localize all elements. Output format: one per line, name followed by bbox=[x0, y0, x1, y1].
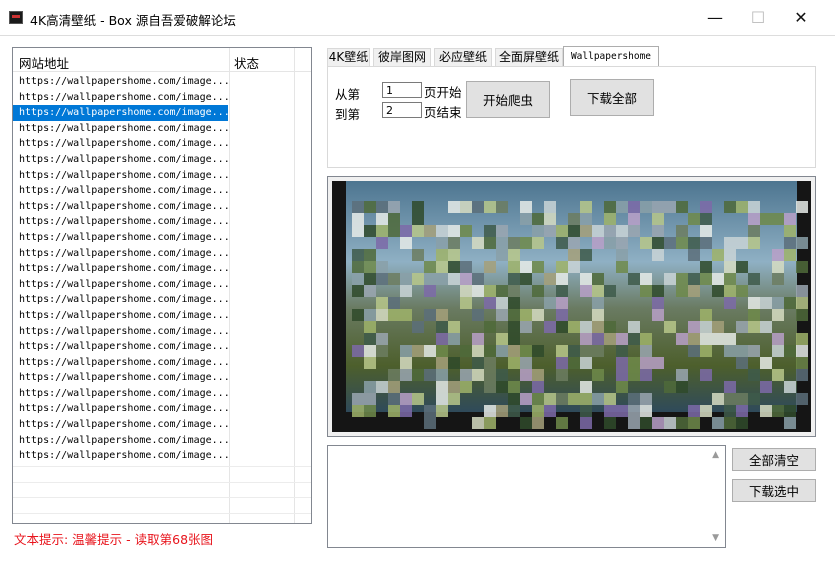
start-crawler-button[interactable]: 开始爬虫 bbox=[466, 81, 550, 118]
window-title: 4K高清壁纸 - Box 源自吾爱破解论坛 bbox=[30, 13, 236, 28]
log-textbox[interactable]: ▲ ▼ bbox=[327, 445, 726, 548]
list-item[interactable]: https://wallpapershome.com/image... bbox=[13, 246, 228, 262]
row-gridline bbox=[13, 512, 311, 514]
list-item[interactable]: https://wallpapershome.com/image... bbox=[13, 433, 228, 449]
minimize-button[interactable]: — bbox=[700, 8, 730, 28]
list-item[interactable]: https://wallpapershome.com/image... bbox=[13, 199, 228, 215]
tab-bing[interactable]: 必应壁纸 bbox=[434, 48, 492, 67]
tab-wallpapershome[interactable]: Wallpapershome bbox=[563, 46, 659, 68]
list-item[interactable]: https://wallpapershome.com/image... bbox=[13, 168, 228, 184]
list-item[interactable]: https://wallpapershome.com/image... bbox=[13, 136, 228, 152]
list-item[interactable]: https://wallpapershome.com/image... bbox=[13, 214, 228, 230]
tab-bian[interactable]: 彼岸图网 bbox=[373, 48, 431, 67]
end-suffix-label: 页结束 bbox=[424, 105, 462, 120]
download-selected-button[interactable]: 下载选中 bbox=[732, 479, 816, 502]
list-item[interactable]: https://wallpapershome.com/image... bbox=[13, 105, 228, 121]
list-item[interactable]: https://wallpapershome.com/image... bbox=[13, 292, 228, 308]
tab-panel-wallpapershome: 从第 页开始 到第 页结束 开始爬虫 下载全部 bbox=[327, 66, 816, 168]
download-all-button[interactable]: 下载全部 bbox=[570, 79, 654, 116]
clear-all-button[interactable]: 全部清空 bbox=[732, 448, 816, 471]
list-item[interactable]: https://wallpapershome.com/image... bbox=[13, 370, 228, 386]
from-page-input[interactable] bbox=[382, 82, 422, 98]
preview-image bbox=[332, 181, 811, 432]
list-item[interactable]: https://wallpapershome.com/image... bbox=[13, 324, 228, 340]
column-header-status[interactable]: 状态 bbox=[234, 53, 259, 72]
row-gridline bbox=[13, 466, 311, 467]
from-page-label: 从第 bbox=[335, 87, 361, 102]
tab-fullscreen[interactable]: 全面屏壁纸 bbox=[495, 48, 563, 67]
list-item[interactable]: https://wallpapershome.com/image... bbox=[13, 152, 228, 168]
title-bar: 4K高清壁纸 - Box 源自吾爱破解论坛 — ☐ ✕ bbox=[0, 0, 835, 36]
list-item[interactable]: https://wallpapershome.com/image... bbox=[13, 183, 228, 199]
scroll-down-icon[interactable]: ▼ bbox=[712, 533, 719, 543]
list-item[interactable]: https://wallpapershome.com/image... bbox=[13, 230, 228, 246]
list-item[interactable]: https://wallpapershome.com/image... bbox=[13, 308, 228, 324]
start-suffix-label: 页开始 bbox=[424, 85, 462, 100]
maximize-button[interactable]: ☐ bbox=[743, 8, 773, 28]
tab-4k[interactable]: 4K壁纸 bbox=[327, 48, 370, 67]
image-preview bbox=[327, 176, 816, 437]
list-item[interactable]: https://wallpapershome.com/image... bbox=[13, 90, 228, 106]
list-item[interactable]: https://wallpapershome.com/image... bbox=[13, 355, 228, 371]
scroll-up-icon[interactable]: ▲ bbox=[712, 450, 719, 460]
list-item[interactable]: https://wallpapershome.com/image... bbox=[13, 277, 228, 293]
url-list[interactable]: 网站地址 状态 https://wallpapershome.com/image… bbox=[12, 47, 312, 524]
wallpaper-preview-image bbox=[332, 181, 811, 432]
list-item[interactable]: https://wallpapershome.com/image... bbox=[13, 401, 228, 417]
row-gridline bbox=[13, 481, 311, 483]
to-page-input[interactable] bbox=[382, 102, 422, 118]
list-item[interactable]: https://wallpapershome.com/image... bbox=[13, 417, 228, 433]
to-page-label: 到第 bbox=[335, 107, 361, 122]
app-icon bbox=[9, 11, 23, 24]
list-rows: https://wallpapershome.com/image... https… bbox=[13, 74, 311, 464]
list-item[interactable]: https://wallpapershome.com/image... bbox=[13, 386, 228, 402]
row-gridline bbox=[13, 497, 311, 499]
column-header-url[interactable]: 网站地址 bbox=[19, 53, 69, 72]
list-item[interactable]: https://wallpapershome.com/image... bbox=[13, 339, 228, 355]
status-hint: 文本提示: 温馨提示 - 读取第68张图 bbox=[14, 532, 214, 547]
list-item[interactable]: https://wallpapershome.com/image... bbox=[13, 121, 228, 137]
list-item[interactable]: https://wallpapershome.com/image... bbox=[13, 74, 228, 90]
list-item[interactable]: https://wallpapershome.com/image... bbox=[13, 448, 228, 464]
list-item[interactable]: https://wallpapershome.com/image... bbox=[13, 261, 228, 277]
close-button[interactable]: ✕ bbox=[786, 8, 816, 28]
list-header: 网站地址 状态 bbox=[13, 48, 311, 72]
